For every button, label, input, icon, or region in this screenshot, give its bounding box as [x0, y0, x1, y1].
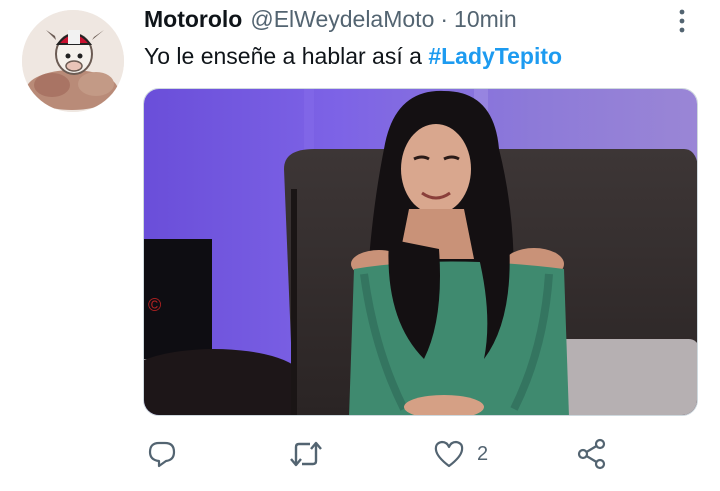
display-name[interactable]: Motorolo	[144, 6, 242, 33]
reply-button[interactable]	[147, 436, 177, 472]
more-options-icon[interactable]	[674, 8, 690, 34]
tweet-header: Motorolo @ElWeydelaMoto · 10min	[144, 6, 680, 36]
avatar-image	[22, 10, 124, 112]
separator: ·	[440, 6, 449, 32]
hashtag-link[interactable]: #LadyTepito	[428, 43, 562, 69]
retweet-button[interactable]	[288, 436, 324, 472]
media-photo: ©	[144, 89, 697, 415]
tweet-actions: 2	[0, 436, 720, 476]
tweet-media[interactable]: ©	[143, 88, 698, 416]
retweet-icon	[290, 441, 322, 467]
timestamp[interactable]: 10min	[454, 6, 517, 33]
user-handle[interactable]: @ElWeydelaMoto	[250, 6, 434, 33]
share-button[interactable]	[576, 436, 608, 472]
reply-icon	[148, 441, 176, 468]
like-button[interactable]: 2	[433, 436, 488, 472]
avatar[interactable]	[22, 10, 124, 112]
tweet-text-body: Yo le enseñe a hablar así a	[144, 43, 429, 69]
tweet-text: Yo le enseñe a hablar así a #LadyTepito	[144, 43, 562, 70]
like-count: 2	[477, 442, 489, 465]
like-icon	[434, 440, 464, 468]
svg-text:©: ©	[148, 295, 161, 315]
share-icon	[577, 438, 606, 470]
